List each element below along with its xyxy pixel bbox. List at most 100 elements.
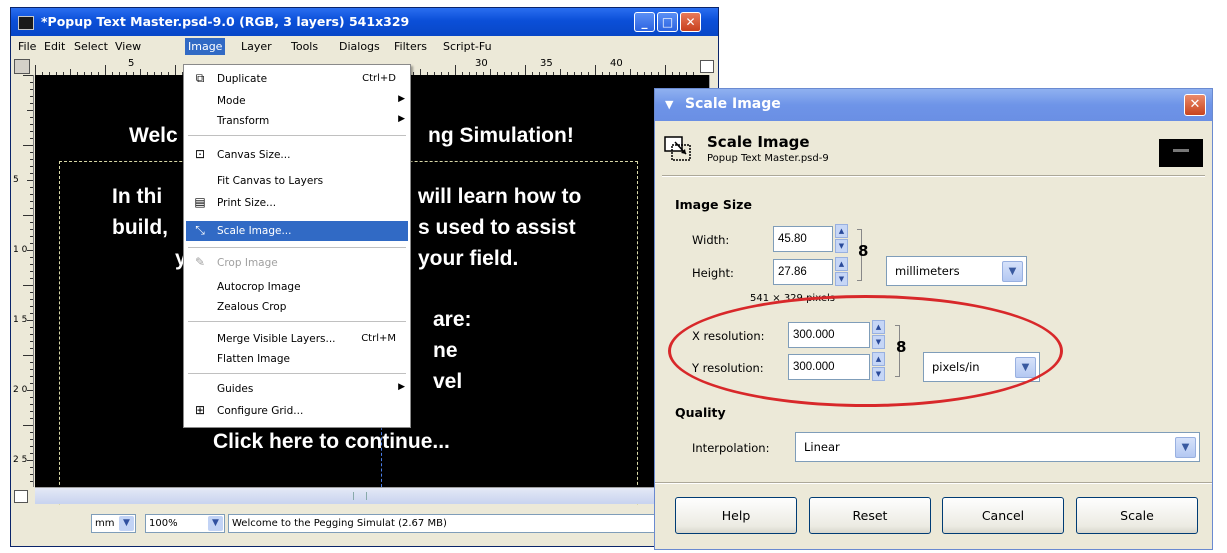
chevron-down-icon[interactable]: ▼ (208, 516, 223, 531)
ruler-tick (30, 194, 33, 195)
window-titlebar[interactable]: *Popup Text Master.psd-9.0 (RGB, 3 layer… (11, 8, 718, 36)
menu-item-print-size[interactable]: ▤ Print Size... (186, 193, 408, 213)
menu-item-transform[interactable]: Transform ▶ (186, 111, 408, 131)
menu-tools[interactable]: Tools (291, 40, 318, 53)
menu-item-label: Zealous Crop (217, 301, 287, 313)
menu-item-canvas-size[interactable]: ⊡ Canvas Size... (186, 145, 408, 165)
menu-edit[interactable]: Edit (44, 40, 65, 53)
menu-filters[interactable]: Filters (394, 40, 427, 53)
header-separator (662, 175, 1205, 177)
status-message: Welcome to the Pegging Simulat (2.67 MB) (228, 514, 708, 533)
dialog-close-button[interactable]: ✕ (1184, 94, 1206, 116)
horizontal-scrollbar[interactable] (35, 487, 709, 504)
menu-item-autocrop[interactable]: Autocrop Image (186, 277, 408, 297)
menu-image[interactable]: Image (185, 38, 226, 55)
menu-item-scale-image[interactable]: ⤡ Scale Image... (186, 221, 408, 241)
menu-item-label: Autocrop Image (217, 281, 301, 293)
menu-item-fit-canvas[interactable]: Fit Canvas to Layers (186, 171, 408, 191)
ruler-tick (30, 453, 33, 454)
menu-arrow-button[interactable] (14, 59, 30, 74)
vertical-ruler[interactable]: 5 1 0 1 5 2 0 2 5 (11, 75, 34, 487)
ruler-tick (30, 159, 33, 160)
ruler-tick (27, 460, 33, 461)
help-button[interactable]: Help (675, 497, 797, 534)
crop-icon: ✎ (194, 255, 206, 269)
menu-item-zealous-crop[interactable]: Zealous Crop (186, 297, 408, 317)
ruler-tick (30, 173, 33, 174)
chain-link-icon[interactable]: 8 (858, 244, 868, 259)
ruler-tick (30, 201, 33, 202)
unit-select[interactable]: mm ▼ (91, 514, 136, 533)
menu-file[interactable]: File (18, 40, 36, 53)
ruler-tick (30, 439, 33, 440)
menu-item-duplicate[interactable]: ⧉ Duplicate Ctrl+D (186, 69, 408, 89)
ruler-tick (23, 145, 33, 146)
menu-dialogs[interactable]: Dialogs (339, 40, 380, 53)
height-input[interactable] (773, 259, 833, 285)
ruler-tick (30, 292, 33, 293)
minimize-button[interactable]: _ (634, 12, 655, 32)
size-unit-select[interactable]: millimeters ▼ (886, 256, 1027, 286)
ruler-label: 5 (128, 58, 135, 69)
ruler-tick (30, 187, 33, 188)
menu-select[interactable]: Select (74, 40, 108, 53)
menu-item-guides[interactable]: Guides ▶ (186, 379, 408, 399)
ruler-label: 1 5 (13, 315, 28, 325)
interpolation-select[interactable]: Linear ▼ (795, 432, 1200, 462)
scale-button[interactable]: Scale (1076, 497, 1198, 534)
maximize-button[interactable]: □ (657, 12, 678, 32)
ruler-tick (30, 411, 33, 412)
cancel-button[interactable]: Cancel (942, 497, 1064, 534)
ruler-label: 2 0 (13, 385, 28, 395)
dialog-titlebar[interactable]: ▼ Scale Image ✕ (655, 89, 1212, 121)
ruler-tick (30, 271, 33, 272)
ruler-tick (30, 474, 33, 475)
ruler-tick (27, 110, 33, 111)
menu-item-label: Merge Visible Layers... (217, 333, 336, 345)
ruler-tick (525, 65, 526, 75)
menu-view[interactable]: View (115, 40, 141, 53)
ruler-tick (30, 82, 33, 83)
ruler-tick (30, 418, 33, 419)
unit-value: mm (95, 518, 115, 529)
close-button[interactable]: ✕ (680, 12, 701, 32)
height-spinner[interactable]: ▲ ▼ (835, 257, 848, 287)
ruler-tick (23, 75, 33, 76)
ruler-tick (30, 208, 33, 209)
status-bar: mm ▼ 100% ▼ Welcome to the Pegging Simul… (11, 505, 718, 543)
height-label: Height: (692, 266, 734, 280)
menu-item-crop-image[interactable]: ✎ Crop Image (186, 253, 408, 273)
menu-item-mode[interactable]: Mode ▶ (186, 91, 408, 111)
ruler-tick (30, 278, 33, 279)
menu-item-label: Duplicate (217, 73, 268, 85)
menu-separator (188, 135, 406, 136)
zoom-icon[interactable] (700, 60, 714, 73)
quick-mask-icon[interactable] (14, 490, 28, 503)
menu-layer[interactable]: Layer (241, 40, 272, 53)
width-input[interactable] (773, 226, 833, 252)
menu-item-flatten[interactable]: Flatten Image (186, 349, 408, 369)
chevron-down-icon[interactable]: ▼ (119, 516, 134, 531)
chevron-down-icon[interactable]: ▼ (1002, 261, 1023, 282)
ruler-tick (30, 369, 33, 370)
ruler-tick (30, 341, 33, 342)
menu-script-fu[interactable]: Script-Fu (443, 40, 492, 53)
chevron-down-icon[interactable]: ▼ (1175, 437, 1196, 458)
menu-item-configure-grid[interactable]: ⊞ Configure Grid... (186, 401, 408, 421)
dialog-menu-icon[interactable]: ▼ (665, 98, 673, 111)
reset-button[interactable]: Reset (809, 497, 931, 534)
menu-item-label: Fit Canvas to Layers (217, 175, 324, 187)
ruler-tick (30, 96, 33, 97)
canvas-size-icon: ⊡ (194, 147, 206, 161)
ruler-tick (30, 362, 33, 363)
canvas-text: vel (433, 370, 463, 393)
menubar: File Edit Select View Image Layer Tools … (11, 37, 718, 56)
zoom-select[interactable]: 100% ▼ (145, 514, 225, 533)
menu-item-label: Mode (217, 95, 246, 107)
width-spinner[interactable]: ▲ ▼ (835, 224, 848, 254)
ruler-tick (455, 65, 456, 75)
menu-separator (188, 247, 406, 248)
ruler-tick (23, 425, 33, 426)
ruler-tick (30, 299, 33, 300)
menu-item-merge-visible[interactable]: Merge Visible Layers... Ctrl+M (186, 329, 408, 349)
